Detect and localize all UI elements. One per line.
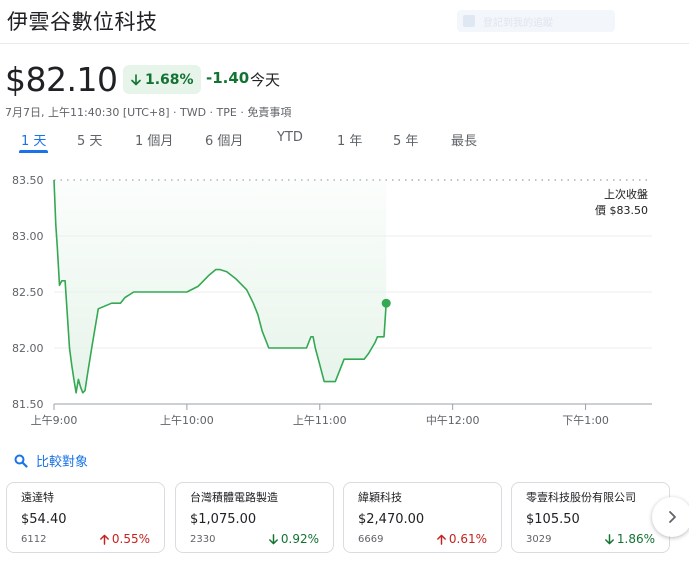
card-name: 零壹科技股份有限公司 <box>526 491 636 504</box>
arrow-up-icon <box>436 534 446 545</box>
card-change: 0.92% <box>268 532 319 546</box>
card-change: 0.61% <box>436 532 487 546</box>
x-tick-label: 下午1:00 <box>562 414 609 427</box>
card-change-value: 1.86% <box>616 532 655 546</box>
arrow-down-icon <box>131 73 141 85</box>
previous-close-value: 價 $83.50 <box>595 203 648 217</box>
tab-max[interactable]: 最長 <box>451 130 477 149</box>
card-price: $1,075.00 <box>190 512 257 527</box>
percent-change-badge: 1.68% <box>123 65 201 94</box>
card-price: $2,470.00 <box>358 512 425 527</box>
chevron-right-icon <box>669 511 676 523</box>
compare-label: 比較對象 <box>36 455 89 470</box>
x-tick-label: 上午11:00 <box>293 414 347 427</box>
arrow-down-icon <box>268 533 278 544</box>
y-tick-label: 83.00 <box>12 230 44 243</box>
card-change: 1.86% <box>604 532 655 546</box>
current-price-dot <box>381 298 391 308</box>
tab-ytd[interactable]: YTD <box>277 130 303 145</box>
tab-1-year[interactable]: 1 年 <box>337 130 362 149</box>
arrow-down-icon <box>604 533 614 544</box>
card-name: 緯穎科技 <box>358 491 402 504</box>
card-price: $105.50 <box>526 512 580 527</box>
stock-card[interactable]: 遠達特 $54.40 6112 0.55% <box>6 482 165 553</box>
y-tick-label: 81.50 <box>12 398 44 411</box>
y-tick-label: 83.50 <box>12 174 44 187</box>
x-tick-label: 上午10:00 <box>160 414 214 427</box>
percent-change-value: 1.68% <box>145 71 194 88</box>
card-change-value: 0.55% <box>111 532 150 546</box>
arrow-up-icon <box>99 534 109 545</box>
price-chart[interactable]: 83.50 83.00 82.50 82.00 81.50 上次收盤價 $83.50 上午9… <box>0 168 689 438</box>
stock-title: 伊雲谷數位科技 <box>7 10 158 34</box>
compare-button[interactable]: 比較對象 <box>14 451 88 470</box>
stock-card[interactable]: 零壹科技股份有限公司 $105.50 3029 1.86% <box>511 482 670 553</box>
tab-1-day[interactable]: 1 天 <box>18 130 49 153</box>
card-change-value: 0.92% <box>280 532 319 546</box>
quote-meta: 7月7日, 上午11:40:30 [UTC+8] · TWD · TPE · 免… <box>5 104 291 120</box>
card-code: 6669 <box>358 534 384 545</box>
stock-card[interactable]: 緯穎科技 $2,470.00 6669 0.61% <box>343 482 502 553</box>
card-code: 3029 <box>526 534 552 545</box>
price-change: -1.40 <box>206 69 250 87</box>
previous-close-label: 上次收盤 <box>604 187 648 201</box>
follow-button[interactable]: 登記到我的追蹤 <box>457 10 615 32</box>
x-tick-label: 上午9:00 <box>31 414 78 427</box>
card-code: 2330 <box>190 534 216 545</box>
header-divider <box>0 43 689 44</box>
quote-meta-text: 7月7日, 上午11:40:30 [UTC+8] · TWD · TPE · <box>5 106 248 119</box>
stock-card[interactable]: 台灣積體電路製造 $1,075.00 2330 0.92% <box>175 482 334 553</box>
related-stocks: 遠達特 $54.40 6112 0.55% 台灣積體電路製造 $1,075.00… <box>0 482 689 554</box>
price-area <box>54 180 387 393</box>
card-name: 台灣積體電路製造 <box>190 491 278 504</box>
current-price: $82.10 <box>5 60 118 99</box>
y-tick-label: 82.00 <box>12 342 44 355</box>
card-code: 6112 <box>21 534 47 545</box>
y-tick-label: 82.50 <box>12 286 44 299</box>
card-change-value: 0.61% <box>448 532 487 546</box>
tab-1-month[interactable]: 1 個月 <box>135 130 173 149</box>
next-cards-button[interactable] <box>652 497 689 537</box>
card-price: $54.40 <box>21 512 67 527</box>
period-label: 今天 <box>250 71 281 89</box>
tab-6-months[interactable]: 6 個月 <box>205 130 243 149</box>
card-change: 0.55% <box>99 532 150 546</box>
search-icon <box>14 454 28 468</box>
x-tick-label: 中午12:00 <box>426 414 480 427</box>
follow-icon <box>463 15 475 27</box>
disclaimer-link[interactable]: 免責事項 <box>247 104 291 120</box>
tab-5-days[interactable]: 5 天 <box>77 130 102 149</box>
follow-label: 登記到我的追蹤 <box>483 17 553 29</box>
tab-5-years[interactable]: 5 年 <box>393 130 418 149</box>
card-name: 遠達特 <box>21 491 54 504</box>
